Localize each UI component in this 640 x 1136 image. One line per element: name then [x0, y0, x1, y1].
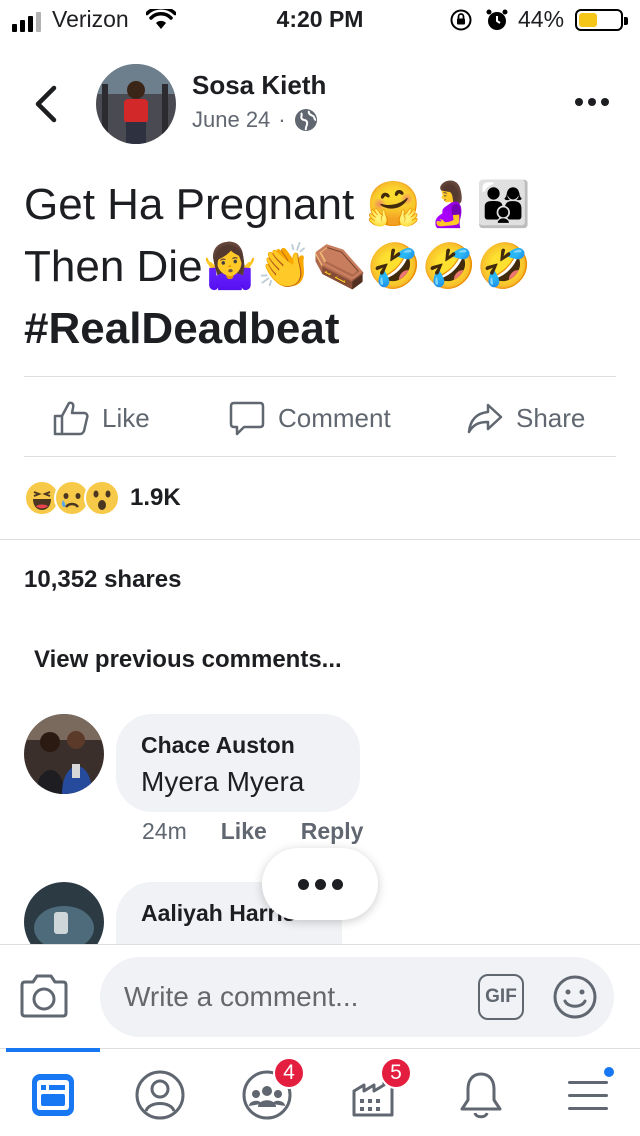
- like-label: Like: [102, 402, 150, 433]
- comment-icon: [229, 401, 265, 436]
- share-label: Share: [516, 402, 586, 433]
- battery-level: [579, 13, 597, 27]
- back-button[interactable]: [28, 84, 64, 124]
- orientation-lock-icon: [450, 9, 472, 31]
- like-button[interactable]: Like: [52, 390, 150, 446]
- comment-label: Comment: [278, 402, 391, 433]
- comment-meta: 24m Like Reply: [142, 818, 363, 845]
- groups-tab[interactable]: 4: [235, 1057, 305, 1127]
- globe-icon: [294, 109, 317, 131]
- typing-indicator: [262, 848, 378, 920]
- news-feed-icon: [32, 1074, 74, 1116]
- comment-like-button[interactable]: Like: [221, 818, 267, 845]
- commenter-avatar[interactable]: [24, 714, 104, 794]
- divider: [24, 456, 616, 457]
- profile-tab[interactable]: [128, 1063, 192, 1127]
- alarm-icon: [486, 9, 508, 30]
- comment-button[interactable]: Comment: [228, 390, 391, 446]
- post-line: Then Die🤷‍♀️👏⚰️🤣🤣🤣: [24, 242, 532, 291]
- post-date[interactable]: June 24: [192, 107, 270, 133]
- news-feed-tab[interactable]: [21, 1063, 85, 1127]
- share-icon: [467, 403, 503, 434]
- notifications-tab[interactable]: [449, 1063, 513, 1127]
- post-meta: June 24 ·: [192, 107, 318, 133]
- menu-tab[interactable]: [556, 1063, 620, 1127]
- view-previous-comments-link[interactable]: View previous comments...: [34, 646, 342, 674]
- author-avatar[interactable]: [96, 64, 176, 144]
- divider: [24, 376, 616, 377]
- more-options-button[interactable]: [572, 90, 612, 114]
- divider: [0, 539, 640, 540]
- reactions-summary[interactable]: 1.9K: [24, 480, 181, 516]
- active-tab-indicator: [6, 1048, 100, 1052]
- profile-icon: [135, 1070, 185, 1120]
- comment-author[interactable]: Chace Auston: [141, 732, 295, 759]
- shares-count[interactable]: 10,352 shares: [24, 566, 181, 594]
- emoji-icon[interactable]: [552, 974, 598, 1020]
- battery-icon: [575, 9, 628, 31]
- post-text: Get Ha Pregnant 🤗🤰👨‍👩‍👦 Then Die🤷‍♀️👏⚰️🤣…: [24, 174, 614, 360]
- marketplace-tab[interactable]: 5: [342, 1057, 412, 1127]
- comment-time: 24m: [142, 818, 187, 844]
- camera-icon[interactable]: [18, 973, 70, 1019]
- tab-bar: 4 5: [0, 1048, 640, 1136]
- marketplace-badge: 5: [380, 1057, 412, 1089]
- comment-composer: GIF: [0, 944, 640, 1048]
- wow-reaction-icon: [84, 480, 120, 516]
- comment-bubble[interactable]: Chace Auston Myera Myera: [116, 714, 360, 812]
- comment-reply-button[interactable]: Reply: [301, 818, 364, 845]
- thumbs-up-icon: [53, 401, 89, 436]
- share-button[interactable]: Share: [466, 390, 585, 446]
- post-line: Get Ha Pregnant 🤗🤰👨‍👩‍👦: [24, 180, 531, 229]
- reactions-count: 1.9K: [130, 484, 181, 511]
- post-hashtag[interactable]: #RealDeadbeat: [24, 298, 614, 360]
- menu-notification-dot: [602, 1065, 616, 1079]
- gif-button[interactable]: GIF: [478, 974, 524, 1020]
- groups-badge: 4: [273, 1057, 305, 1089]
- battery-percent: 44%: [518, 6, 565, 32]
- comment-text: Myera Myera: [141, 766, 305, 797]
- bell-icon: [460, 1072, 502, 1119]
- comment-input[interactable]: [100, 957, 614, 1037]
- author-name[interactable]: Sosa Kieth: [192, 70, 326, 101]
- status-bar: Verizon 4:20 PM 44%: [0, 0, 640, 40]
- meta-separator: ·: [278, 107, 286, 132]
